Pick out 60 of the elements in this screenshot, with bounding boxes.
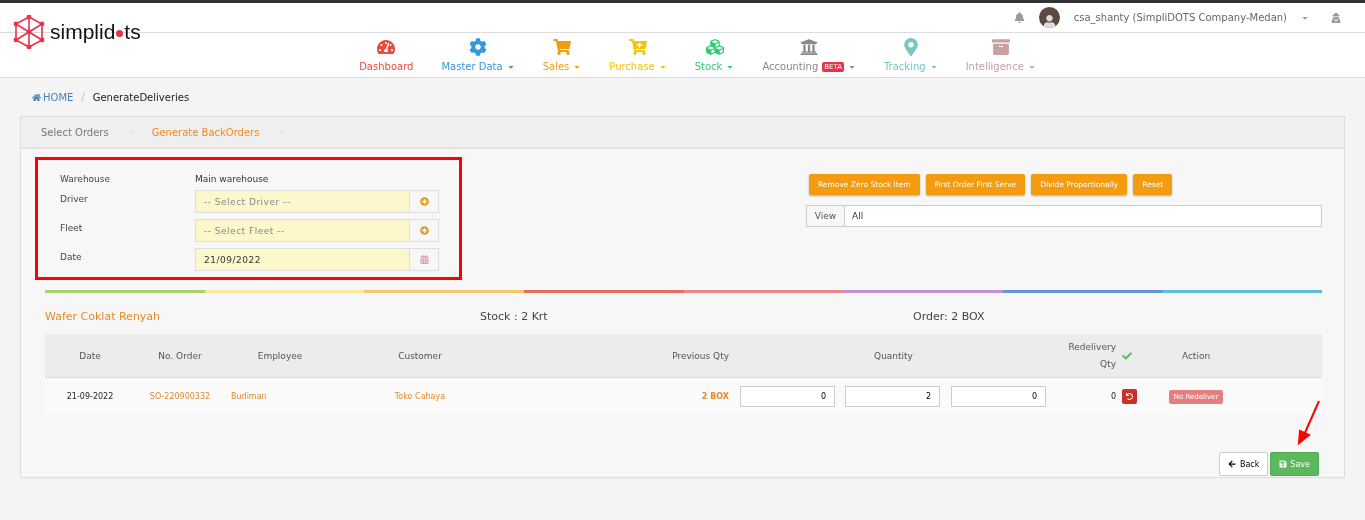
table-cell-text: Budiman: [230, 392, 268, 401]
quantity-input[interactable]: 2: [845, 386, 940, 407]
back-button[interactable]: Back: [1218, 452, 1269, 476]
nav-item[interactable]: Master Data: [430, 33, 526, 77]
table-cell-text: 2 BOX: [700, 392, 730, 401]
warehouse-value: Main warehouse: [195, 173, 270, 184]
breadcrumb-separator: /: [81, 91, 85, 103]
home-icon[interactable]: [32, 92, 41, 102]
home-link[interactable]: HOME: [43, 91, 74, 103]
column-header: Previous Qty: [671, 350, 730, 361]
field-label: Driver: [60, 193, 89, 204]
field-label: Fleet: [60, 222, 84, 233]
table-cell-text: 21-09-2022: [65, 392, 115, 401]
column-header: Date: [78, 350, 102, 361]
view-select[interactable]: View All: [806, 205, 1322, 227]
map-pin-icon: [901, 38, 920, 56]
column-header: Customer: [397, 350, 443, 361]
bell-icon[interactable]: [1013, 12, 1025, 23]
floppy-icon: [1279, 460, 1288, 468]
table-cell-text: Toko Cahaya: [393, 392, 447, 401]
undo-button[interactable]: [1122, 389, 1137, 404]
quantity-input[interactable]: 0: [951, 386, 1046, 407]
column-header: Action: [1180, 350, 1212, 361]
breadcrumb-current: GenerateDeliveries: [92, 91, 190, 103]
product-name: Wafer Coklat Renyah: [45, 310, 162, 325]
cart-plus-icon: [629, 38, 647, 56]
annotation-arrow: [1296, 399, 1322, 445]
nav-item[interactable]: Sales: [531, 33, 593, 77]
arrow-left-icon: [1227, 460, 1236, 468]
column-header: Employee: [256, 350, 304, 361]
wizard-step[interactable]: Select Orders: [21, 117, 132, 147]
logo-wordmark: simplid ts: [50, 19, 141, 44]
gear-icon: [469, 38, 488, 56]
nav-item[interactable]: Stock: [683, 33, 746, 77]
field-label: Warehouse: [60, 173, 112, 184]
nav-item[interactable]: Intelligence: [954, 33, 1047, 77]
logo-icon: [12, 14, 46, 49]
column-header: Redelivery Qty: [1067, 340, 1117, 371]
table-cell-text: 0: [1109, 392, 1117, 401]
bank-icon: [800, 38, 819, 56]
save-button[interactable]: Save: [1270, 452, 1319, 476]
gauge-icon: [377, 38, 396, 56]
stock-info: Stock : 2 Krt: [480, 310, 549, 325]
wizard-step[interactable]: Generate BackOrders: [131, 117, 283, 147]
nav-item[interactable]: Tracking: [873, 33, 949, 77]
user-name[interactable]: csa_shanty (SimpliDOTS Company-Medan): [1073, 12, 1287, 23]
quantity-input[interactable]: 0: [740, 386, 835, 407]
undo-icon: [1126, 393, 1133, 400]
avatar[interactable]: [1038, 7, 1060, 28]
field-label: Date: [60, 251, 83, 262]
nav-item[interactable]: Dashboard: [348, 33, 425, 77]
column-header: No. Order: [157, 350, 203, 361]
cubes-icon: [705, 38, 724, 56]
archive-icon: [991, 38, 1010, 56]
order-link[interactable]: SO-220900332: [135, 392, 225, 401]
nav-item[interactable]: Purchase: [598, 33, 678, 77]
check-icon: [1122, 350, 1132, 361]
order-info: Order: 2 BOX: [913, 310, 986, 325]
column-header: Quantity: [873, 350, 914, 361]
cart-icon: [552, 38, 571, 56]
